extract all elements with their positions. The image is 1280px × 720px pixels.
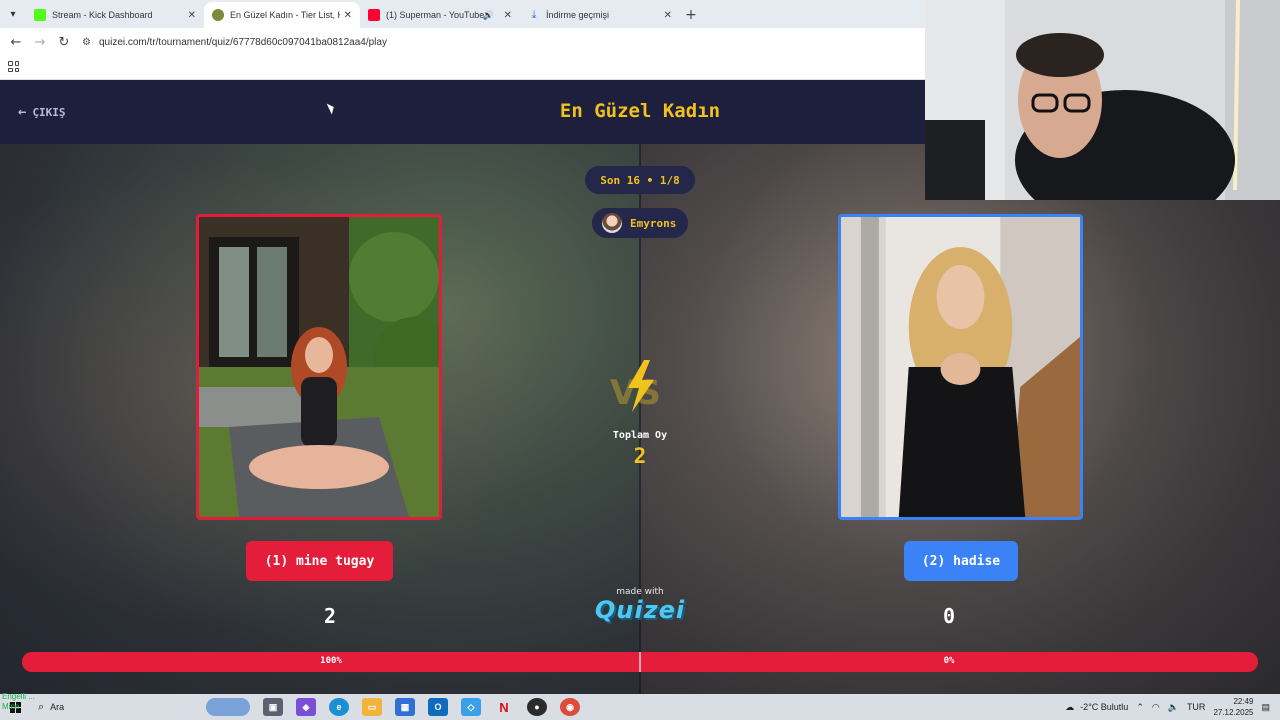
tab-downloads[interactable]: ⤓ İndirme geçmişi ✕: [520, 2, 680, 28]
tab-title: En Güzel Kadın - Tier List, Kör S: [230, 10, 340, 20]
close-tab-icon[interactable]: ✕: [664, 10, 672, 21]
wifi-icon[interactable]: ◠: [1152, 702, 1160, 713]
photos-icon[interactable]: ◇: [461, 698, 481, 716]
obs-icon[interactable]: ●: [527, 698, 547, 716]
left-percent: 100%: [320, 656, 342, 666]
back-arrow-icon: ←: [18, 104, 27, 120]
store-icon[interactable]: ▦: [395, 698, 415, 716]
quizei-favicon-icon: [212, 9, 224, 21]
user-badge: Emyrons: [592, 208, 688, 238]
forward-arrow-icon[interactable]: →: [28, 35, 52, 50]
right-percent: 0%: [943, 656, 955, 666]
edge-icon[interactable]: e: [329, 698, 349, 716]
url-text: quizei.com/tr/tournament/quiz/67778d60c0…: [98, 36, 387, 48]
tab-youtube[interactable]: (1) Superman - YouTube 🔊 ✕: [360, 2, 520, 28]
weather-widget[interactable]: ☁ -2°C Bulutlu: [1065, 702, 1128, 713]
overlay-line-1: Engelli ...: [2, 692, 35, 701]
chevron-up-icon[interactable]: ⌃: [1136, 702, 1144, 713]
tab-title: Stream - Kick Dashboard: [52, 10, 153, 20]
clock-time: 22:49: [1233, 697, 1254, 706]
left-candidate-photo[interactable]: [196, 214, 442, 520]
progress-midline: [639, 652, 641, 672]
bookmarks-bar: [0, 56, 925, 80]
page-header: ← ÇIKIŞ: [0, 80, 925, 144]
round-badge: Son 16 • 1/8: [585, 166, 695, 194]
close-tab-icon[interactable]: ✕: [344, 10, 352, 21]
chrome-icon[interactable]: ◉: [560, 698, 580, 716]
username: Emyrons: [630, 216, 677, 230]
file-explorer-icon[interactable]: ▭: [362, 698, 382, 716]
taskbar-apps: ▣ ◈ e ▭ ▦ O ◇ N ● ◉: [206, 698, 580, 716]
close-tab-icon[interactable]: ✕: [188, 10, 196, 21]
exit-button[interactable]: ← ÇIKIŞ: [18, 104, 66, 120]
avatar: [602, 213, 622, 233]
youtube-favicon-icon: [368, 9, 380, 21]
download-icon: ⤓: [531, 9, 537, 21]
webcam-image: [925, 0, 1280, 200]
outlook-icon[interactable]: O: [428, 698, 448, 716]
right-candidate-button[interactable]: (2) hadise: [904, 541, 1018, 581]
right-candidate-photo[interactable]: [838, 214, 1083, 520]
taskbar: ⌕ Ara ▣ ◈ e ▭ ▦ O ◇ N ● ◉ ☁ -2°C Bulutlu…: [0, 694, 1280, 720]
right-score: 0: [942, 604, 956, 628]
back-arrow-icon[interactable]: ←: [4, 35, 28, 50]
url-field[interactable]: ⚙ quizei.com/tr/tournament/quiz/67778d60…: [82, 32, 387, 52]
tab-quizei[interactable]: En Güzel Kadın - Tier List, Kör S ✕: [204, 2, 360, 28]
apps-grid-icon[interactable]: [8, 61, 19, 72]
tab-search-button[interactable]: ▾: [0, 0, 26, 28]
task-view-icon[interactable]: ▣: [263, 698, 283, 716]
overlay-line-2: Mine: [2, 702, 20, 711]
clock[interactable]: 22:49 27.12.2025: [1213, 696, 1253, 718]
language-indicator[interactable]: TUR: [1187, 702, 1206, 712]
quizei-logo[interactable]: Quizei: [580, 596, 700, 624]
tab-bar: ▾ Stream - Kick Dashboard ✕ En Güzel Kad…: [0, 0, 925, 28]
arena: Son 16 • 1/8 Emyrons (1) mine tugay (2) …: [0, 144, 1280, 694]
vs-lightning-icon: VS: [610, 360, 661, 413]
kick-favicon-icon: [34, 9, 46, 21]
site-info-icon[interactable]: ⚙: [82, 37, 91, 48]
volume-icon[interactable]: 🔈: [1168, 702, 1179, 713]
left-score: 2: [323, 604, 337, 628]
new-tab-button[interactable]: +: [680, 2, 702, 28]
right-photo-image: [841, 217, 1080, 517]
clock-date: 27.12.2025: [1213, 708, 1254, 717]
speaker-icon[interactable]: 🔊: [483, 10, 494, 21]
left-photo-image: [199, 217, 439, 517]
copilot-icon[interactable]: ◈: [296, 698, 316, 716]
reload-icon[interactable]: ↻: [52, 35, 76, 50]
address-bar: ← → ↻ ⚙ quizei.com/tr/tournament/quiz/67…: [0, 28, 925, 56]
stream-overlay-text: Engelli ... Mine: [2, 692, 35, 712]
search-label: Ara: [50, 702, 65, 712]
cloud-icon: ☁: [1065, 701, 1075, 712]
taskbar-search[interactable]: ⌕ Ara: [30, 701, 170, 714]
search-icon: ⌕: [38, 700, 45, 713]
notifications-icon[interactable]: ▤: [1261, 702, 1270, 713]
widgets-icon[interactable]: [206, 698, 250, 716]
total-votes-value: 2: [633, 444, 647, 468]
tab-title: İndirme geçmişi: [546, 10, 610, 20]
exit-label: ÇIKIŞ: [32, 105, 66, 119]
weather-text: -2°C Bulutlu: [1080, 702, 1129, 712]
netflix-icon[interactable]: N: [494, 698, 514, 716]
close-tab-icon[interactable]: ✕: [504, 10, 512, 21]
tab-kick-dashboard[interactable]: Stream - Kick Dashboard ✕: [26, 2, 204, 28]
vote-progress-bar: 100% 0%: [22, 652, 1258, 672]
total-votes-label: Toplam Oy: [612, 430, 668, 441]
tab-title: (1) Superman - YouTube: [386, 10, 485, 20]
system-tray: ☁ -2°C Bulutlu ⌃ ◠ 🔈 TUR 22:49 27.12.202…: [1065, 694, 1280, 720]
left-candidate-button[interactable]: (1) mine tugay: [246, 541, 393, 581]
webcam-overlay: [925, 0, 1280, 200]
